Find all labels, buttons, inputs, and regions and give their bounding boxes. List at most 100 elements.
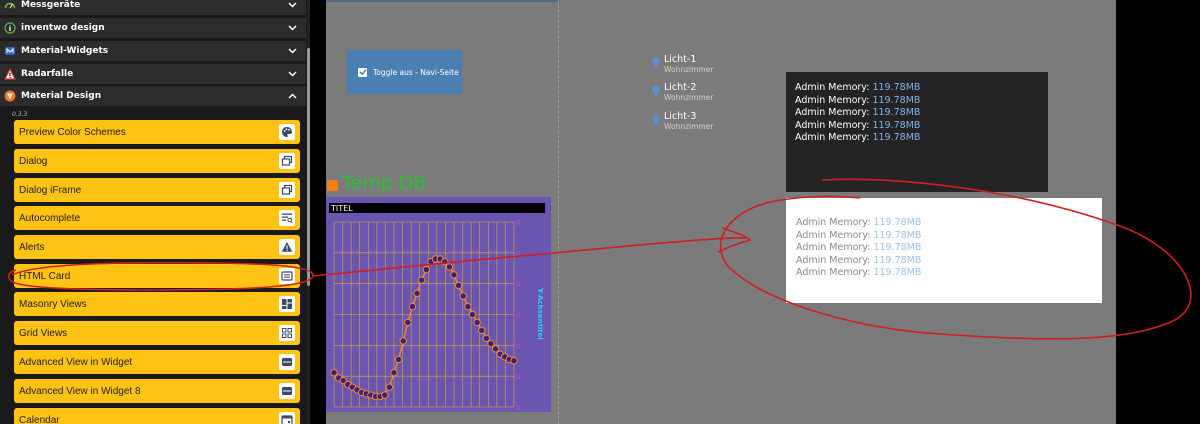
- row-value: 119.78MB: [872, 82, 921, 93]
- data-point: [399, 337, 407, 345]
- widget-item-preview-color-schemes[interactable]: Preview Color Schemes: [14, 120, 300, 144]
- line-chart[interactable]: TITEL 0 0 0 0 0 0 0 Y-Achsentitel: [326, 197, 551, 412]
- light-room: Wohnzimmer: [664, 122, 714, 131]
- data-point: [510, 357, 518, 365]
- right-panel: [1116, 0, 1200, 424]
- data-point: [473, 318, 481, 327]
- row-value: 119.78MB: [872, 94, 921, 106]
- widget-item-dialog[interactable]: Dialog: [14, 149, 300, 173]
- y-tick-label: 0: [516, 312, 520, 320]
- widget-item-html-card[interactable]: HTML Card: [14, 264, 300, 288]
- bulb-icon: [652, 82, 660, 96]
- temp-widget-icon: [327, 180, 338, 191]
- widget-item-dialog-iframe[interactable]: Dialog iFrame: [14, 178, 300, 202]
- y-axis-title: Y-Achsentitel: [536, 287, 544, 340]
- data-point: [422, 265, 431, 274]
- category-inventwo-design[interactable]: i inventwo design: [0, 18, 306, 38]
- light-item[interactable]: Licht-3 Wohnzimmer: [652, 111, 713, 132]
- widget-item-advanced-view[interactable]: Advanced View in Widget: [14, 350, 300, 374]
- category-material-widgets[interactable]: Material-Widgets: [0, 41, 306, 61]
- category-messgeraete[interactable]: Messgeräte: [0, 0, 306, 15]
- y-tick-label: 0: [516, 373, 520, 381]
- row-key: Admin Memory:: [796, 242, 874, 254]
- alert-icon: [279, 239, 295, 255]
- svg-text:i: i: [9, 25, 11, 33]
- widget-item-calendar[interactable]: Calendar: [14, 408, 300, 424]
- card-row: Admin Memory: 119.78MB: [795, 107, 1039, 120]
- bulb-icon: [652, 111, 660, 125]
- autocomplete-icon: [279, 210, 295, 226]
- data-point: [441, 257, 449, 266]
- row-value: 119.78MB: [873, 229, 922, 241]
- row-key: Admin Memory:: [795, 82, 873, 93]
- resolution-guide-line: [558, 0, 559, 424]
- data-point: [417, 276, 426, 284]
- card-rows: Admin Memory: 119.78MB Admin Memory: 119.…: [786, 198, 1102, 299]
- widget-item-masonry-views[interactable]: Masonry Views: [14, 292, 300, 316]
- widget-item-label: Alerts: [19, 241, 45, 253]
- light-item[interactable]: Licht-2 Wohnzimmer: [652, 82, 713, 103]
- row-key: Admin Memory:: [795, 107, 873, 119]
- toggle-navi-button[interactable]: Toggle aus - Navi-Seite: [347, 50, 462, 94]
- card-row: Admin Memory: 119.78MB: [796, 230, 1092, 243]
- dialog-icon: [279, 153, 295, 169]
- row-key: Admin Memory:: [796, 229, 874, 241]
- y-tick-label: 0: [516, 404, 520, 412]
- toggle-label: Toggle aus - Navi-Seite: [373, 67, 459, 77]
- chevron-up-icon[interactable]: [284, 88, 300, 104]
- widget-item-label: Masonry Views: [19, 298, 87, 310]
- category-label: Material-Widgets: [21, 46, 109, 56]
- inventwo-logo-icon: i: [4, 22, 16, 34]
- category-radarfalle[interactable]: Radarfalle: [0, 64, 306, 84]
- widget-item-label: Dialog: [19, 155, 48, 167]
- light-name: Licht-3: [664, 111, 697, 122]
- card-row: Admin Memory: 119.78MB: [795, 120, 1039, 133]
- widget-item-grid-views[interactable]: Grid Views: [14, 321, 300, 345]
- light-room: Wohnzimmer: [664, 65, 714, 74]
- category-label: inventwo design: [21, 23, 105, 33]
- chevron-down-icon[interactable]: [284, 20, 300, 36]
- row-value: 119.78MB: [872, 107, 921, 119]
- grid-icon: [279, 325, 295, 341]
- data-point: [468, 310, 477, 319]
- data-point: [408, 302, 417, 311]
- data-point: [482, 334, 491, 342]
- warning-icon: [4, 68, 16, 80]
- data-point: [487, 339, 495, 348]
- data-point: [385, 383, 394, 391]
- widget-item-label: Advanced View in Widget: [19, 356, 133, 368]
- row-key: Admin Memory:: [796, 217, 874, 228]
- widget-item-label: Autocomplete: [19, 212, 81, 224]
- data-point: [381, 391, 389, 399]
- html-card-dark[interactable]: Admin Memory: 119.78MB Admin Memory: 119.…: [786, 72, 1048, 192]
- temp-widget-label[interactable]: Temp DB: [342, 172, 426, 194]
- masonry-icon: [279, 296, 295, 312]
- widget-item-label: Grid Views: [19, 327, 68, 339]
- light-item[interactable]: Licht-1 Wohnzimmer: [652, 54, 713, 75]
- card-icon: [279, 268, 295, 284]
- html-card-light[interactable]: Admin Memory: 119.78MB Admin Memory: 119.…: [786, 198, 1102, 303]
- chart-title: TITEL: [330, 204, 353, 213]
- widget-sidebar: Messgeräte i inventwo design Material-Wi…: [0, 0, 310, 424]
- chart-title-bar: [329, 203, 545, 213]
- view-icon: [279, 383, 295, 399]
- data-point: [413, 289, 421, 298]
- chevron-down-icon[interactable]: [284, 0, 300, 13]
- row-key: Admin Memory:: [796, 267, 874, 279]
- row-value: 119.78MB: [873, 217, 922, 228]
- row-value: 119.78MB: [872, 132, 921, 144]
- separator: [310, 0, 326, 424]
- view-icon: [279, 354, 295, 370]
- widget-item-alerts[interactable]: Alerts: [14, 235, 300, 259]
- row-key: Admin Memory:: [796, 254, 874, 266]
- widget-item-autocomplete[interactable]: Autocomplete: [14, 206, 300, 230]
- card-row: Admin Memory: 119.78MB: [796, 242, 1092, 255]
- data-point: [459, 292, 467, 300]
- chevron-down-icon[interactable]: [284, 43, 300, 59]
- category-material-design[interactable]: Material Design: [0, 86, 306, 106]
- widget-item-advanced-view-8[interactable]: Advanced View in Widget 8: [14, 379, 300, 403]
- dialog-iframe-icon: [279, 182, 295, 198]
- widget-item-label: Preview Color Schemes: [19, 126, 126, 138]
- chevron-down-icon[interactable]: [284, 66, 300, 82]
- data-point: [390, 368, 398, 377]
